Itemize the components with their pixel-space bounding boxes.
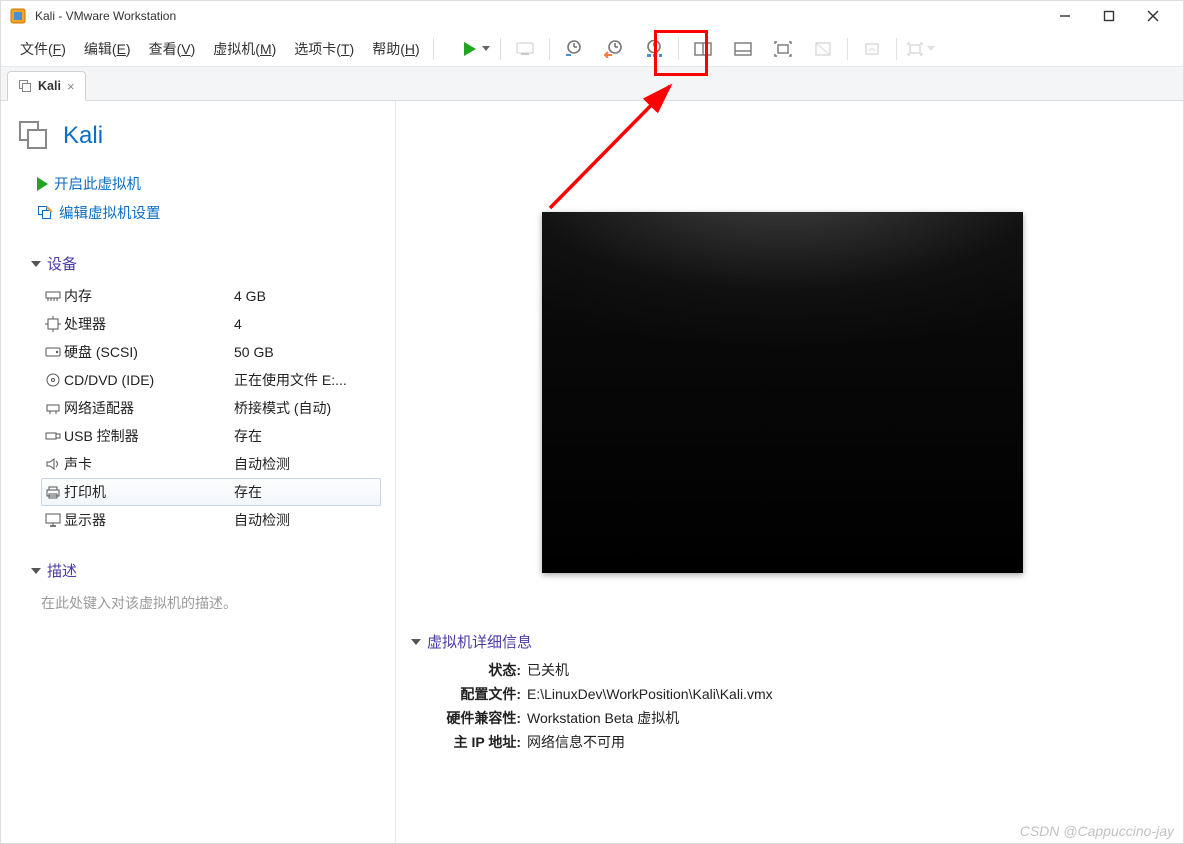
summary-pane: Kali 开启此虚拟机 编辑虚拟机设置 设备 内存4 GB处理器4硬盘 (SCS… — [1, 101, 396, 843]
ip-value: 网络信息不可用 — [527, 732, 625, 752]
device-value: 50 GB — [234, 344, 274, 360]
compat-value: Workstation Beta 虚拟机 — [527, 708, 679, 728]
edit-settings-link[interactable]: 编辑虚拟机设置 — [13, 198, 395, 227]
net-icon — [42, 401, 64, 415]
section-devices[interactable]: 设备 — [13, 227, 395, 280]
device-name: 声卡 — [64, 454, 234, 474]
minimize-button[interactable] — [1043, 2, 1087, 30]
view-single-icon[interactable] — [683, 34, 723, 64]
power-button[interactable] — [456, 34, 496, 64]
vm-screen-preview[interactable] — [542, 212, 1023, 573]
view-console-icon[interactable] — [723, 34, 763, 64]
compat-label: 硬件兼容性: — [441, 708, 521, 728]
menu-help[interactable]: 帮助(H) — [363, 34, 428, 64]
tab-label: Kali — [38, 79, 61, 93]
device-value: 存在 — [234, 482, 262, 502]
snapshot-take-icon[interactable] — [554, 34, 594, 64]
devices-list: 内存4 GB处理器4硬盘 (SCSI)50 GBCD/DVD (IDE)正在使用… — [13, 280, 395, 534]
device-name: CD/DVD (IDE) — [64, 372, 234, 388]
device-value: 自动检测 — [234, 454, 290, 474]
preview-pane: 虚拟机详细信息 状态: 已关机 配置文件: E:\LinuxDev\WorkPosi… — [396, 101, 1183, 843]
device-value: 正在使用文件 E:... — [234, 370, 347, 390]
config-value: E:\LinuxDev\WorkPosition\Kali\Kali.vmx — [527, 686, 773, 702]
printer-icon — [42, 485, 64, 499]
chevron-down-icon — [411, 639, 421, 645]
section-details[interactable]: 虚拟机详细信息 — [411, 631, 1163, 658]
device-name: 处理器 — [64, 314, 234, 334]
device-row-sound[interactable]: 声卡自动检测 — [41, 450, 381, 478]
config-label: 配置文件: — [441, 684, 521, 704]
stretch-guest-icon[interactable] — [852, 34, 892, 64]
toolbar — [456, 34, 941, 64]
play-icon — [37, 177, 48, 191]
device-row-printer[interactable]: 打印机存在 — [41, 478, 381, 506]
edit-settings-icon — [37, 205, 53, 221]
vm-name: Kali — [63, 122, 103, 150]
app-window: Kali - VMware Workstation 文件(F) 编辑(E) 查看… — [0, 0, 1184, 844]
sound-icon — [42, 457, 64, 471]
close-button[interactable] — [1131, 2, 1175, 30]
watermark: CSDN @Cappuccino-jay — [1020, 823, 1174, 839]
maximize-button[interactable] — [1087, 2, 1131, 30]
device-name: 硬盘 (SCSI) — [64, 342, 234, 362]
power-on-link[interactable]: 开启此虚拟机 — [13, 169, 395, 198]
tabstrip: Kali × — [1, 67, 1183, 101]
device-row-display[interactable]: 显示器自动检测 — [41, 506, 381, 534]
cpu-icon — [42, 316, 64, 332]
display-icon — [42, 513, 64, 527]
snapshot-revert-icon[interactable] — [594, 34, 634, 64]
menubar: 文件(F) 编辑(E) 查看(V) 虚拟机(M) 选项卡(T) 帮助(H) — [1, 31, 1183, 67]
state-value: 已关机 — [527, 660, 569, 680]
disk-icon — [42, 346, 64, 358]
device-value: 存在 — [234, 426, 262, 446]
chevron-down-icon — [31, 261, 41, 267]
device-row-net[interactable]: 网络适配器桥接模式 (自动) — [41, 394, 381, 422]
fullscreen-icon[interactable] — [763, 34, 803, 64]
menu-vm[interactable]: 虚拟机(M) — [204, 34, 285, 64]
device-row-cd[interactable]: CD/DVD (IDE)正在使用文件 E:... — [41, 366, 381, 394]
description-placeholder[interactable]: 在此处键入对该虚拟机的描述。 — [13, 587, 395, 613]
state-label: 状态: — [441, 660, 521, 680]
window-title: Kali - VMware Workstation — [35, 9, 176, 23]
menu-edit[interactable]: 编辑(E) — [75, 34, 140, 64]
menu-view[interactable]: 查看(V) — [140, 34, 205, 64]
usb-icon — [42, 430, 64, 442]
device-row-disk[interactable]: 硬盘 (SCSI)50 GB — [41, 338, 381, 366]
tab-kali[interactable]: Kali × — [7, 71, 86, 101]
device-value: 自动检测 — [234, 510, 290, 530]
section-description[interactable]: 描述 — [13, 534, 395, 587]
unity-icon[interactable] — [803, 34, 843, 64]
tab-close-icon[interactable]: × — [67, 79, 75, 94]
menu-file[interactable]: 文件(F) — [11, 34, 75, 64]
device-value: 桥接模式 (自动) — [234, 398, 331, 418]
tab-vm-icon — [18, 79, 32, 93]
vm-details: 虚拟机详细信息 状态: 已关机 配置文件: E:\LinuxDev\WorkPosi… — [411, 631, 1163, 754]
device-name: 内存 — [64, 286, 234, 306]
ip-label: 主 IP 地址: — [441, 732, 521, 752]
device-row-usb[interactable]: USB 控制器存在 — [41, 422, 381, 450]
device-name: 显示器 — [64, 510, 234, 530]
menu-tabs[interactable]: 选项卡(T) — [285, 34, 363, 64]
app-icon — [9, 7, 27, 25]
device-name: USB 控制器 — [64, 426, 234, 446]
snapshot-manager-icon[interactable] — [634, 34, 674, 64]
titlebar: Kali - VMware Workstation — [1, 1, 1183, 31]
device-row-cpu[interactable]: 处理器4 — [41, 310, 381, 338]
send-ctrl-alt-del-icon[interactable] — [505, 34, 545, 64]
memory-icon — [42, 290, 64, 302]
vm-icon — [17, 119, 51, 153]
device-value: 4 — [234, 316, 242, 332]
cd-icon — [42, 372, 64, 388]
device-value: 4 GB — [234, 288, 266, 304]
chevron-down-icon — [31, 568, 41, 574]
device-name: 网络适配器 — [64, 398, 234, 418]
exit-fullscreen-icon[interactable] — [901, 34, 941, 64]
device-name: 打印机 — [64, 482, 234, 502]
device-row-memory[interactable]: 内存4 GB — [41, 282, 381, 310]
